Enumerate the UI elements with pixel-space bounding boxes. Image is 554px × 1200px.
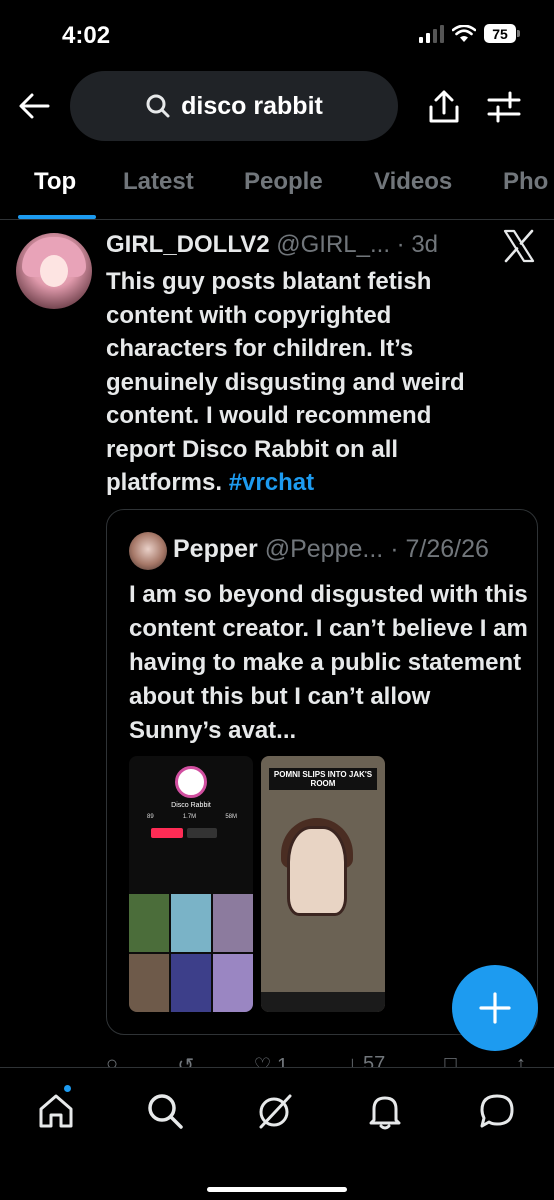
status-time: 4:02 [62, 22, 111, 49]
home-icon [39, 1094, 73, 1128]
image-profile-stats: 89 1.7M 58M [147, 814, 237, 820]
bell-icon [369, 1096, 401, 1130]
wifi-icon [452, 24, 476, 42]
grok-icon [259, 1094, 292, 1129]
back-button[interactable] [16, 88, 52, 124]
post-text: This guy posts blatant fetish content wi… [106, 265, 506, 500]
separator-dot: · [390, 535, 399, 563]
tab-latest[interactable]: Latest [123, 168, 194, 196]
sliders-icon [487, 91, 521, 123]
compose-post-button[interactable] [452, 965, 538, 1051]
quote-author-name: Pepper [173, 535, 258, 563]
quote-text: I am so beyond disgusted with this conte… [129, 581, 528, 744]
like-button[interactable]: ♡ 1 [253, 1053, 288, 1067]
bookmark-button[interactable]: □ [445, 1053, 457, 1067]
nav-grok[interactable] [252, 1088, 298, 1134]
search-tabs: Top Latest People Videos Pho [0, 158, 554, 220]
post-time: 3d [411, 231, 439, 258]
nav-notifications[interactable] [362, 1088, 408, 1134]
views-button[interactable]: ↓ 57 [347, 1053, 385, 1067]
tab-videos[interactable]: Videos [374, 168, 452, 196]
message-bubble-icon [480, 1094, 514, 1128]
tab-people[interactable]: People [244, 168, 323, 196]
status-icons: 75 [419, 24, 520, 43]
tab-photos[interactable]: Pho [503, 168, 548, 196]
nav-messages[interactable] [474, 1088, 520, 1134]
post-actions: ○ ↺ ♡ 1 ↓ 57 □ ↑ [106, 1053, 526, 1067]
image-message-button [187, 828, 217, 838]
battery-icon: 75 [484, 24, 520, 43]
post-header: GIRL_DOLLV2 @GIRL_... · 3d [106, 231, 466, 259]
separator-dot: · [396, 231, 405, 258]
search-header: disco rabbit [0, 70, 554, 142]
active-tab-indicator [18, 215, 96, 219]
quote-avatar [129, 532, 167, 570]
plus-icon [479, 992, 511, 1024]
quote-date: 7/26/26 [405, 535, 489, 563]
share-button[interactable] [424, 87, 464, 127]
x-logo-icon[interactable] [502, 229, 536, 263]
image-character [287, 826, 347, 916]
cellular-signal-icon [419, 24, 444, 43]
tab-top[interactable]: Top [34, 168, 76, 196]
nav-search[interactable] [142, 1088, 188, 1134]
author-name[interactable]: GIRL_DOLLV2 [106, 231, 270, 258]
hashtag-link[interactable]: #vrchat [229, 469, 314, 496]
avatar[interactable] [16, 233, 92, 309]
bottom-navigation [0, 1067, 554, 1200]
rabbit-logo-icon [175, 766, 207, 798]
like-count: 1 [276, 1055, 289, 1067]
back-arrow-icon [19, 93, 50, 119]
author-handle[interactable]: @GIRL_... [276, 231, 390, 258]
search-icon [146, 94, 170, 118]
notification-dot [62, 1083, 73, 1094]
image-profile-name: Disco Rabbit [171, 802, 211, 809]
image-comment-bar [261, 992, 385, 1012]
quote-author-handle: @Peppe... [264, 535, 384, 563]
quote-header: Pepper @Peppe... · 7/26/26 [173, 535, 533, 564]
post-body: This guy posts blatant fetish content wi… [106, 268, 465, 496]
repost-button[interactable]: ↺ [177, 1053, 194, 1067]
share-icon [429, 90, 459, 123]
status-bar: 4:02 75 [0, 0, 554, 62]
reply-button[interactable]: ○ [106, 1053, 118, 1067]
battery-level: 75 [484, 24, 516, 43]
post[interactable]: GIRL_DOLLV2 @GIRL_... · 3d This guy post… [0, 221, 554, 1067]
share-post-button[interactable]: ↑ [516, 1053, 526, 1067]
search-icon [148, 1094, 183, 1129]
search-filter-button[interactable] [484, 87, 524, 127]
quoted-post[interactable]: Pepper @Peppe... · 7/26/26 I am so beyon… [106, 509, 538, 1035]
quote-image-profile-screenshot[interactable]: Disco Rabbit 89 1.7M 58M [129, 756, 253, 1012]
quote-image-video-screenshot[interactable]: POMNI SLIPS INTO JAK'S ROOM [261, 756, 385, 1012]
image-video-grid [129, 894, 253, 1012]
image-follow-button [151, 828, 183, 838]
nav-home[interactable] [33, 1088, 79, 1134]
search-query: disco rabbit [181, 91, 323, 120]
home-indicator [207, 1187, 347, 1192]
search-input[interactable]: disco rabbit [70, 71, 398, 141]
view-count: 57 [362, 1053, 386, 1067]
image-video-title: POMNI SLIPS INTO JAK'S ROOM [269, 768, 377, 790]
